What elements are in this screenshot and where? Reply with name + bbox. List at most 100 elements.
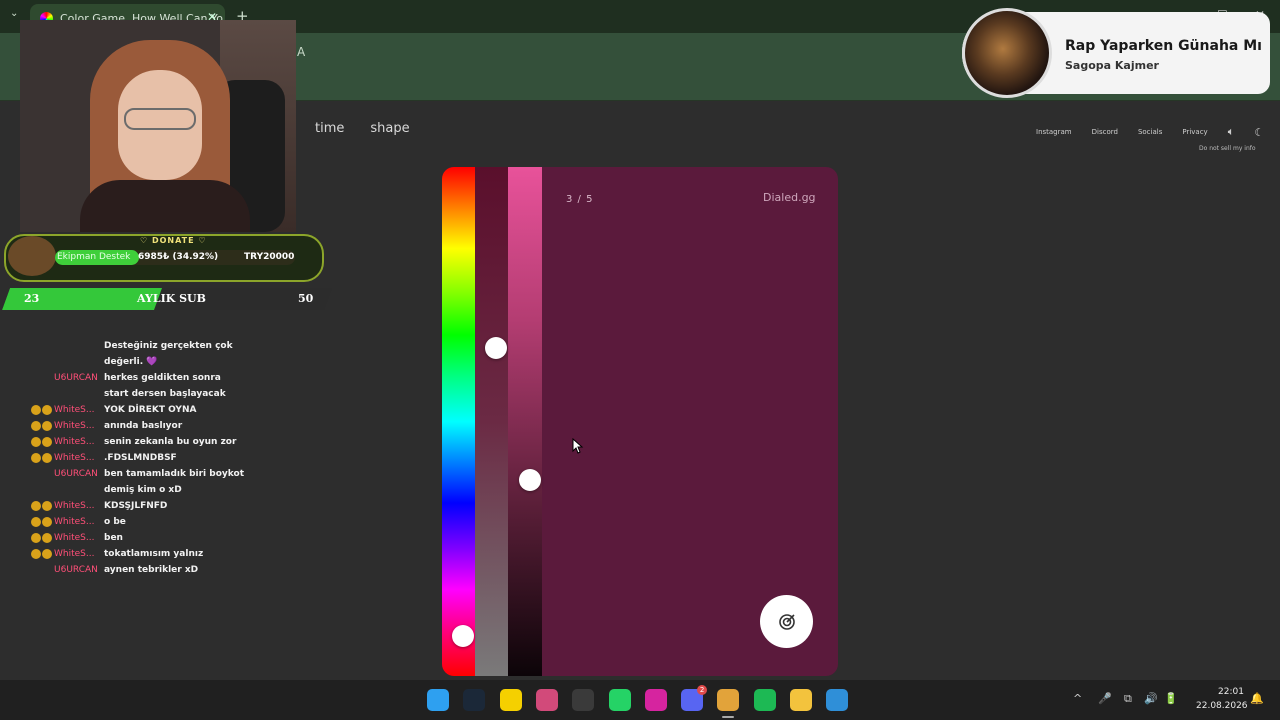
chat-username[interactable]: WhiteS...: [54, 546, 104, 562]
chat-username[interactable]: U6URCAN: [54, 466, 104, 498]
chat-badge-icon: [42, 517, 52, 527]
chat-username[interactable]: [54, 338, 104, 370]
file-explorer-icon[interactable]: [790, 689, 812, 711]
chat-text: o be: [104, 517, 126, 527]
donation-label: Ekipman Destek: [57, 252, 131, 262]
mascot-icon: [8, 236, 56, 276]
moon-icon[interactable]: ☾: [1254, 126, 1264, 139]
chat-badges: [20, 514, 54, 530]
chat-username[interactable]: U6URCAN: [54, 370, 104, 402]
chat-username[interactable]: WhiteS...: [54, 530, 104, 546]
hue-slider-handle[interactable]: [452, 625, 474, 647]
submit-guess-button[interactable]: [760, 595, 813, 648]
chat-badges: [20, 450, 54, 466]
now-playing-title: Rap Yaparken Günaha Mı: [1065, 38, 1262, 54]
address-bar[interactable]: A: [297, 45, 305, 59]
active-app-indicator: [722, 716, 735, 718]
chat-text: KDSŞJLFNFD: [104, 501, 168, 511]
chat-text: YOK DİREKT OYNA: [104, 405, 197, 415]
chat-message: U6URCAN aynen tebrikler xD: [20, 562, 280, 578]
chat-text: herkes geldikten sonra start dersen başl…: [104, 373, 226, 399]
chat-badge-icon: [31, 421, 41, 431]
discord-icon[interactable]: 2: [681, 685, 708, 711]
chat-message: U6URCAN herkes geldikten sonra start ders…: [20, 370, 280, 402]
album-art: [962, 8, 1052, 98]
nav-left: time shape: [315, 121, 410, 136]
obs-icon[interactable]: [572, 689, 595, 711]
tab-search-button[interactable]: ⌄: [10, 8, 18, 19]
saturation-slider-handle[interactable]: [485, 337, 507, 359]
display-icon[interactable]: ⧉: [1124, 692, 1132, 706]
brightness-slider-handle[interactable]: [519, 469, 541, 491]
nav-socials[interactable]: Socials: [1138, 128, 1162, 136]
instagram-icon[interactable]: [644, 689, 667, 711]
chat-message: WhiteS... tokatlamısım yalnız: [20, 546, 280, 562]
chrome-icon[interactable]: [717, 689, 740, 711]
chat-message: U6URCAN ben tamamladık biri boykot demiş …: [20, 466, 280, 498]
chat-badge-icon: [42, 549, 52, 559]
chat-username[interactable]: WhiteS...: [54, 450, 104, 466]
whatsapp-icon[interactable]: [608, 689, 631, 711]
chat-badge-icon: [42, 453, 52, 463]
tray-overflow-icon[interactable]: ^: [1073, 692, 1082, 705]
nav-privacy[interactable]: Privacy: [1182, 128, 1207, 136]
chat-badge-icon: [31, 517, 41, 527]
chat-username[interactable]: WhiteS...: [54, 514, 104, 530]
chat-text: aynen tebrikler xD: [104, 565, 199, 575]
chat-username[interactable]: WhiteS...: [54, 434, 104, 450]
nav-instagram[interactable]: Instagram: [1036, 128, 1072, 136]
chat-badges: [20, 338, 54, 370]
chat-badges: [20, 402, 54, 418]
chat-badge-icon: [31, 453, 41, 463]
chat-badges: [20, 418, 54, 434]
nav-right: Instagram Discord Socials Privacy 🔈︎ ☾: [1036, 125, 1264, 139]
snipping-tool-icon[interactable]: [535, 689, 558, 711]
sound-icon[interactable]: 🔈︎: [1228, 125, 1235, 139]
chat-badge-icon: [42, 501, 52, 511]
microphone-icon[interactable]: 🎤: [1098, 692, 1112, 705]
sticky-notes-icon[interactable]: [499, 689, 522, 711]
chat-badge-icon: [42, 533, 52, 543]
color-game-card: 3 / 5 Dialed.gg: [442, 167, 838, 676]
donate-title: ♡ DONATE ♡: [140, 236, 207, 245]
chat-message: WhiteS... KDSŞJLFNFD: [20, 498, 280, 514]
chat-username[interactable]: WhiteS...: [54, 418, 104, 434]
chat-username[interactable]: WhiteS...: [54, 498, 104, 514]
windows-start-icon[interactable]: [427, 689, 449, 711]
chat-badge-icon: [42, 437, 52, 447]
do-not-sell-link[interactable]: Do not sell my info: [1199, 145, 1256, 152]
chat-message: WhiteS... o be: [20, 514, 280, 530]
chat-badges: [20, 546, 54, 562]
spotify-icon[interactable]: [753, 689, 776, 711]
chat-text: senin zekanla bu oyun zor: [104, 437, 237, 447]
saturation-slider[interactable]: [475, 167, 508, 676]
donation-amount: 6985₺ (34.92%): [138, 252, 219, 262]
chat-text: ben tamamladık biri boykot demiş kim o x…: [104, 469, 245, 495]
volume-icon[interactable]: 🔊: [1144, 692, 1158, 705]
brightness-slider[interactable]: [508, 167, 542, 676]
steam-icon[interactable]: [463, 689, 486, 711]
chat-message: Desteğiniz gerçekten çok değerli. 💜: [20, 338, 280, 370]
webcam-feed: [20, 20, 296, 232]
nav-discord[interactable]: Discord: [1092, 128, 1118, 136]
nav-time[interactable]: time: [315, 121, 344, 136]
nav-shape[interactable]: shape: [370, 121, 409, 136]
sub-goal: 50: [298, 292, 314, 305]
chat-badge-icon: [31, 501, 41, 511]
round-counter: 3 / 5: [566, 194, 594, 205]
chat-badges: [20, 498, 54, 514]
donation-goal: TRY20000: [244, 252, 295, 262]
hue-slider[interactable]: [442, 167, 475, 676]
app-icon[interactable]: [826, 689, 849, 711]
notification-icon[interactable]: 🔔: [1250, 692, 1264, 705]
chat-username[interactable]: U6URCAN: [54, 562, 104, 578]
now-playing-artist: Sagopa Kajmer: [1065, 59, 1159, 72]
chat-username[interactable]: WhiteS...: [54, 402, 104, 418]
clock-time[interactable]: 22:01: [1218, 687, 1244, 697]
chat-text: .FDSLMNDBSF: [104, 453, 177, 463]
clock-date[interactable]: 22.08.2026: [1196, 701, 1248, 711]
sub-label: AYLIK SUB: [137, 292, 206, 305]
battery-icon[interactable]: 🔋: [1164, 692, 1178, 705]
chat-message: WhiteS... senin zekanla bu oyun zor: [20, 434, 280, 450]
chat-badges: [20, 434, 54, 450]
